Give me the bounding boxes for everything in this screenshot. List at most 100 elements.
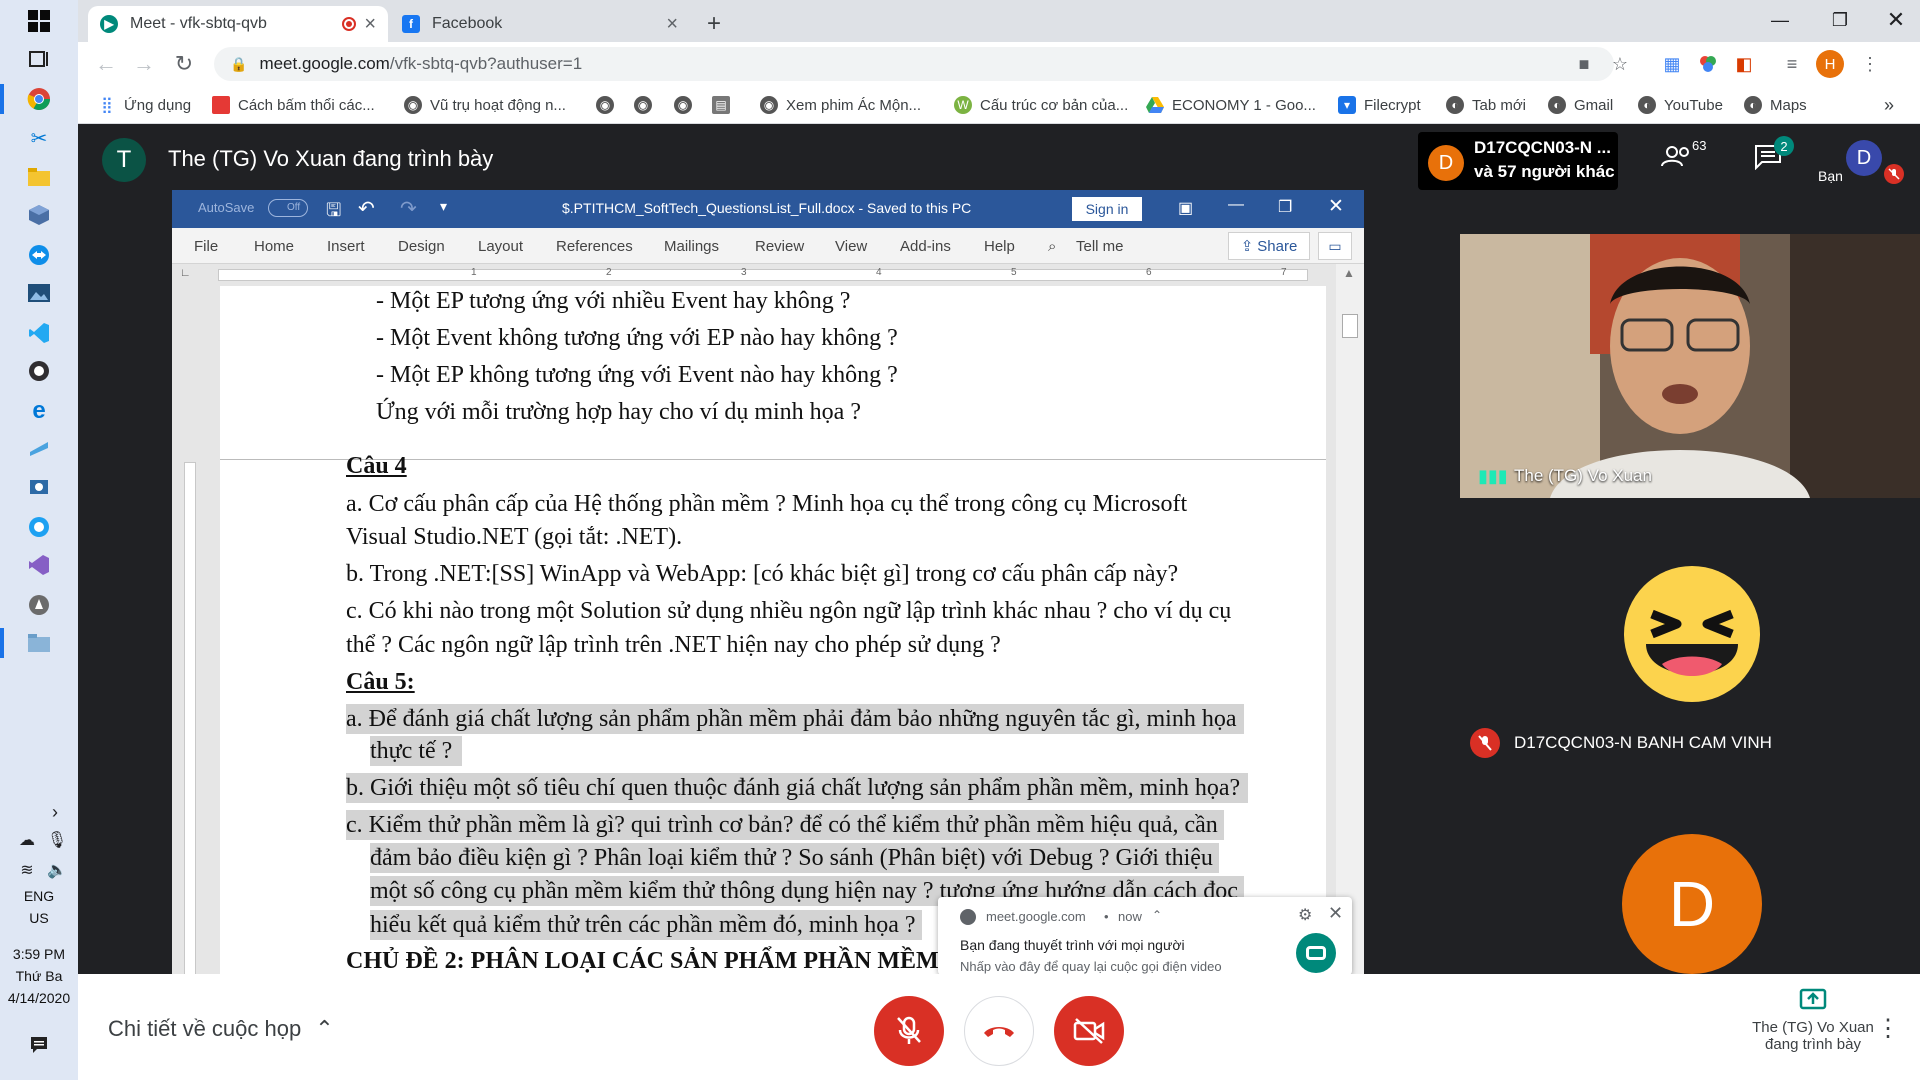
tab-facebook[interactable]: f Facebook × <box>390 6 690 42</box>
language-region[interactable]: US <box>0 908 78 928</box>
camera-off-button[interactable] <box>1054 996 1124 1066</box>
vertical-scrollbar[interactable]: ▲ <box>1336 264 1364 974</box>
scroll-up-icon[interactable]: ▲ <box>1343 266 1355 280</box>
reload-icon[interactable]: ↻ <box>170 50 198 78</box>
expand-icon[interactable]: ⌃ <box>1152 908 1162 922</box>
visual-studio-icon[interactable] <box>24 550 54 580</box>
bootcamp-icon[interactable] <box>24 590 54 620</box>
ribbon-tab-review[interactable]: Review <box>755 238 804 255</box>
tab-selector-icon[interactable]: ∟ <box>180 267 191 279</box>
task-view-icon[interactable] <box>24 44 54 74</box>
mic-off-button[interactable] <box>874 996 944 1066</box>
wifi-icon[interactable]: ≋ <box>12 856 42 886</box>
ribbon-tab-mailings[interactable]: Mailings <box>664 238 719 255</box>
bookmark-item[interactable]: ◉ <box>634 94 660 116</box>
media-icon[interactable]: ≡ <box>1780 52 1804 76</box>
ribbon-display-icon[interactable]: ▣ <box>1178 198 1193 218</box>
teamviewer-icon[interactable] <box>24 240 54 270</box>
bookmark-item[interactable]: ◉ Xem phim Ác Mộn... <box>760 94 921 116</box>
comments-icon[interactable]: ▭ <box>1318 232 1352 260</box>
share-button[interactable]: ⇪ Share <box>1228 232 1310 260</box>
profile-avatar[interactable]: H <box>1816 50 1844 78</box>
bookmark-item[interactable]: W Cấu trúc cơ bản của... <box>954 94 1128 116</box>
edge-icon[interactable]: e <box>24 396 54 426</box>
save-icon[interactable]: 🖫 <box>326 198 341 228</box>
word-minimize-icon[interactable]: — <box>1228 196 1244 214</box>
bookmark-item[interactable]: ◉ Vũ trụ hoạt động n... <box>404 94 566 116</box>
bookmark-item[interactable]: ◉ <box>674 94 700 116</box>
vscode-icon[interactable] <box>24 318 54 348</box>
bookmark-item[interactable]: ◐ YouTube <box>1638 94 1723 116</box>
snipping-icon[interactable]: ✂ <box>24 124 54 154</box>
self-avatar[interactable]: D <box>1846 140 1882 176</box>
network-icon[interactable] <box>24 472 54 502</box>
language-indicator[interactable]: ENG <box>0 886 78 906</box>
bookmarks-overflow[interactable]: » <box>1884 94 1894 116</box>
people-button[interactable]: 63 <box>1660 138 1710 174</box>
close-tab-icon[interactable]: × <box>666 13 678 36</box>
clock-date[interactable]: 4/14/2020 <box>0 988 78 1008</box>
bookmark-item[interactable]: ▾ Filecrypt <box>1338 94 1421 116</box>
bookmark-item[interactable]: Cách bấm thổi các... <box>212 94 375 116</box>
tell-me-search[interactable]: Tell me <box>1076 238 1124 255</box>
participants-chip[interactable]: D D17CQCN03-N ... và 57 người khác <box>1418 132 1618 190</box>
kebab-menu-icon[interactable]: ⋮ <box>1858 52 1882 76</box>
address-bar[interactable]: 🔒 meet.google.com/vfk-sbtq-qvb?authuser=… <box>214 47 1614 81</box>
close-tab-icon[interactable]: × <box>364 13 376 36</box>
tab-meet[interactable]: ▶ Meet - vfk-sbtq-qvb × <box>88 6 388 42</box>
ribbon-tab-references[interactable]: References <box>556 238 633 255</box>
meeting-details-button[interactable]: Chi tiết về cuộc họp ⌃ <box>108 1016 334 1042</box>
clock-time[interactable]: 3:59 PM <box>0 944 78 964</box>
chat-button[interactable]: 2 <box>1754 136 1804 174</box>
undo-icon[interactable]: ↶ <box>358 196 375 221</box>
document-page[interactable]: - Một EP tương ứng với nhiều Event hay k… <box>220 286 1326 974</box>
bookmark-item[interactable]: ◉ <box>596 94 622 116</box>
close-notification-icon[interactable]: ✕ <box>1328 903 1343 924</box>
star-icon[interactable]: ☆ <box>1608 52 1632 76</box>
more-options-icon[interactable]: ⋮ <box>1876 1014 1900 1043</box>
maximize-icon[interactable]: ❐ <box>1810 0 1870 40</box>
back-icon[interactable]: ← <box>92 50 120 78</box>
translate-icon[interactable]: ▦ <box>1660 52 1684 76</box>
file-explorer-icon[interactable] <box>24 162 54 192</box>
photos-icon[interactable] <box>24 278 54 308</box>
bookmark-item[interactable]: ▤ <box>712 94 738 116</box>
chrome-icon[interactable] <box>24 84 54 114</box>
ribbon-tab-help[interactable]: Help <box>984 238 1015 255</box>
ribbon-tab-view[interactable]: View <box>835 238 867 255</box>
camera-icon[interactable]: ■ <box>1572 52 1596 76</box>
folder-icon[interactable] <box>24 628 54 658</box>
new-tab-button[interactable]: + <box>696 6 732 42</box>
browser-icon[interactable] <box>24 512 54 542</box>
volume-icon[interactable]: 🔈 <box>42 856 72 886</box>
sketch-icon[interactable] <box>24 434 54 464</box>
ribbon-tab-addins[interactable]: Add-ins <box>900 238 951 255</box>
forward-icon[interactable]: → <box>130 50 158 78</box>
office-icon[interactable]: ◧ <box>1732 52 1756 76</box>
autosave-toggle[interactable]: Off <box>268 199 308 217</box>
action-center-icon[interactable] <box>24 1030 54 1060</box>
ribbon-tab-insert[interactable]: Insert <box>327 238 365 255</box>
bookmark-item[interactable]: ◐ Maps <box>1744 94 1807 116</box>
ribbon-tab-layout[interactable]: Layout <box>478 238 523 255</box>
redo-icon[interactable]: ↷ <box>400 196 417 221</box>
chrome-notification[interactable]: meet.google.com • now ⌃ ⚙ ✕ Bạn đang thu… <box>938 897 1352 975</box>
ribbon-tab-file[interactable]: File <box>194 238 218 255</box>
word-restore-icon[interactable]: ❐ <box>1278 197 1292 217</box>
bookmark-item[interactable]: ◐ Gmail <box>1548 94 1613 116</box>
clock-day[interactable]: Thứ Ba <box>0 966 78 986</box>
bookmark-item[interactable]: ◐ Tab mới <box>1446 94 1526 116</box>
onedrive-icon[interactable]: ☁ <box>12 826 42 856</box>
obs-icon[interactable] <box>24 356 54 386</box>
box-icon[interactable] <box>24 200 54 230</box>
microphone-icon[interactable]: 🎙 <box>42 826 72 856</box>
ribbon-tab-design[interactable]: Design <box>398 238 445 255</box>
sign-in-button[interactable]: Sign in <box>1072 197 1142 221</box>
minimize-icon[interactable]: — <box>1750 0 1810 40</box>
end-call-button[interactable] <box>964 996 1034 1066</box>
color-picker-icon[interactable] <box>1696 52 1720 76</box>
windows-start-icon[interactable] <box>24 6 54 36</box>
ribbon-tab-home[interactable]: Home <box>254 238 294 255</box>
customize-toolbar-icon[interactable]: ▾ <box>440 198 447 215</box>
settings-icon[interactable]: ⚙ <box>1298 905 1312 925</box>
